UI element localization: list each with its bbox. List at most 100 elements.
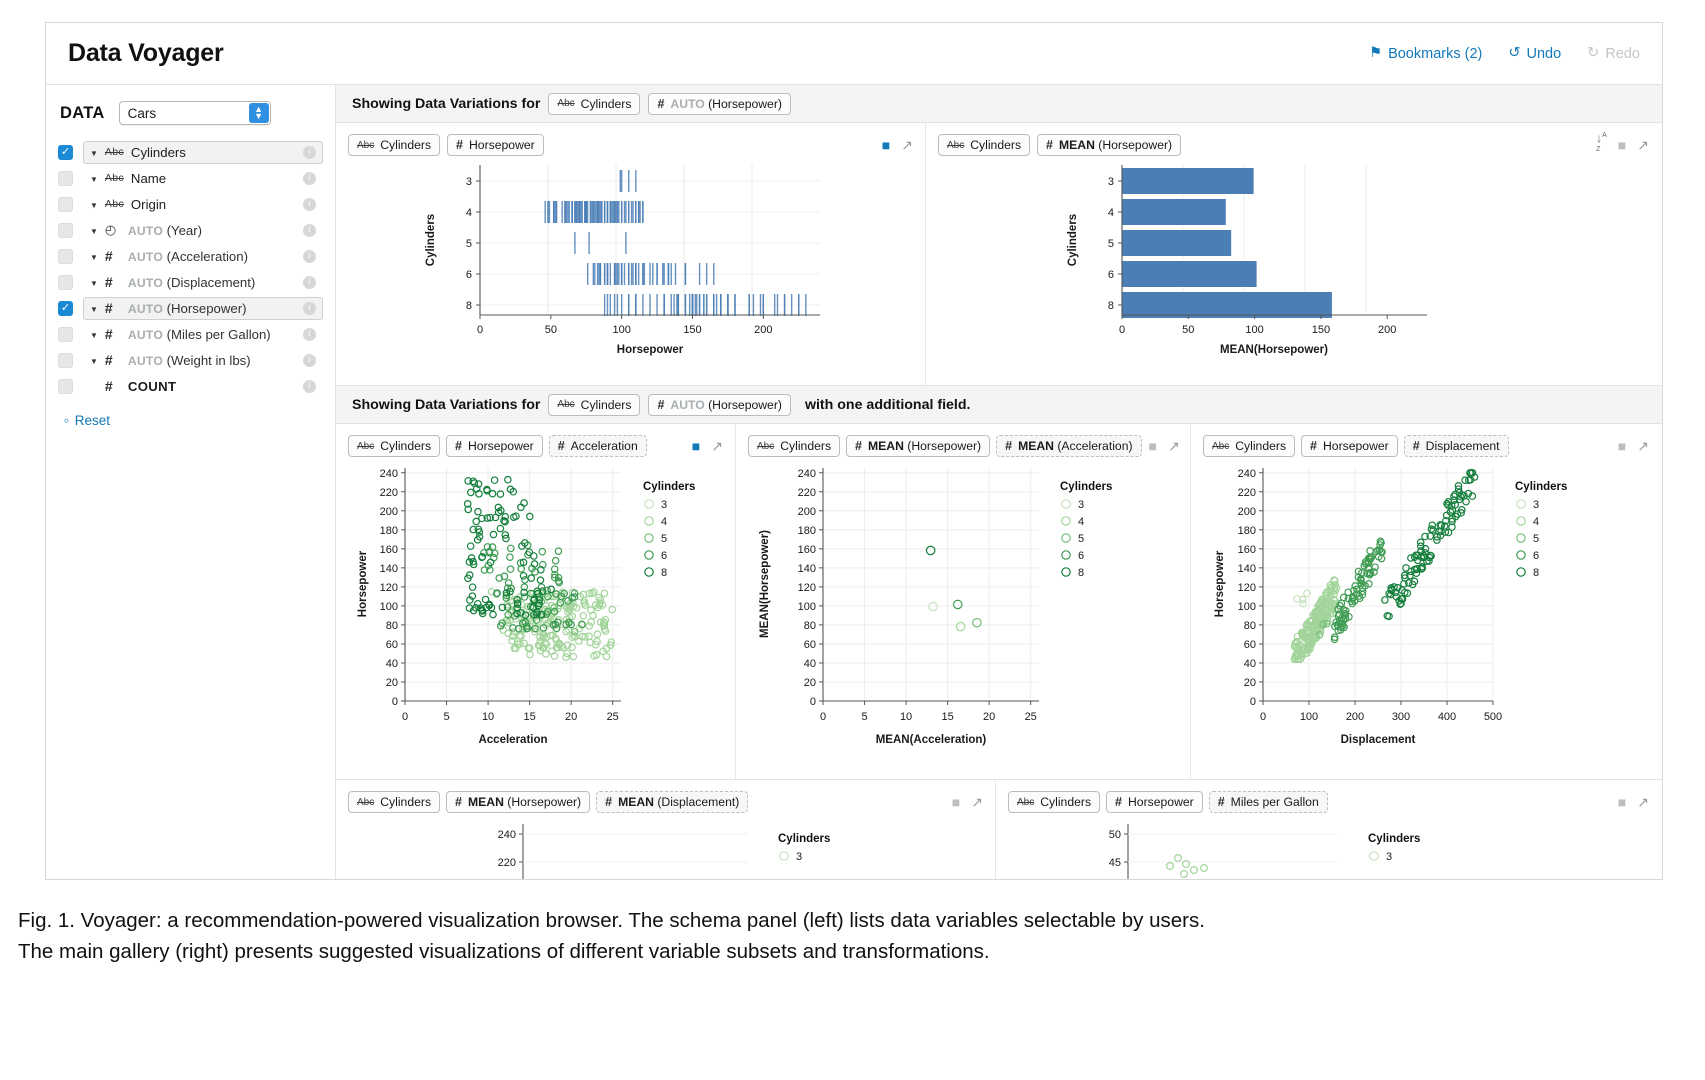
field-pill-milespergallon[interactable]: ▼ # AUTO (Miles per Gallon) i bbox=[83, 323, 323, 346]
chevron-down-icon[interactable]: ▼ bbox=[90, 175, 98, 184]
field-checkbox[interactable] bbox=[58, 196, 73, 212]
bookmark-icon[interactable]: ■ bbox=[1618, 137, 1626, 153]
bookmarks-button[interactable]: ⚑ Bookmarks (2) bbox=[1369, 46, 1482, 62]
chevron-down-icon[interactable]: ▼ bbox=[90, 279, 98, 288]
expand-icon[interactable]: ↗ bbox=[1637, 137, 1649, 154]
field-pill-cylinders[interactable]: ▼ Abc Cylinders i bbox=[83, 140, 323, 164]
field-row[interactable]: ▼ # AUTO (Weight in lbs) i bbox=[58, 347, 323, 373]
shelf-pill[interactable]: Abc Cylinders bbox=[348, 134, 441, 156]
info-icon[interactable]: i bbox=[303, 249, 316, 263]
shelf-pill[interactable]: # MEAN (Horsepower) bbox=[1037, 134, 1182, 156]
shelf-pill[interactable]: Abc Cylinders bbox=[548, 92, 641, 115]
shelf-pill[interactable]: Abc Cylinders bbox=[1203, 435, 1296, 457]
shelf-pill[interactable]: # MEAN (Horsepower) bbox=[446, 791, 591, 813]
field-row[interactable]: ▼ # AUTO (Miles per Gallon) i bbox=[58, 321, 323, 347]
field-checkbox[interactable] bbox=[58, 248, 73, 264]
field-checkbox[interactable]: ✓ bbox=[58, 144, 73, 160]
chevron-down-icon[interactable]: ▼ bbox=[90, 305, 98, 314]
chart-card-c5[interactable]: Abc Cylinders # Horsepower # Displacement ■ ↗ bbox=[1191, 424, 1661, 779]
shelf-pill[interactable]: # MEAN (Displacement) bbox=[596, 791, 749, 813]
bookmark-icon[interactable]: ■ bbox=[1618, 794, 1626, 810]
expand-icon[interactable]: ↗ bbox=[971, 794, 983, 811]
field-pill-count[interactable]: ▼#COUNTi bbox=[83, 375, 323, 398]
app-body: DATA Cars ▲ ▼ ✓ ▼ Abc Cylinders i ▼ Abc Name i ▼ Ab… bbox=[46, 85, 1662, 879]
chart-card-c3[interactable]: Abc Cylinders # Horsepower # Acceleration ■ ↗ bbox=[336, 424, 736, 779]
expand-icon[interactable]: ↗ bbox=[901, 137, 913, 154]
field-row[interactable]: ✓ ▼ Abc Cylinders i bbox=[58, 139, 323, 165]
info-icon[interactable]: i bbox=[303, 275, 316, 289]
field-pill-name[interactable]: ▼ Abc Name i bbox=[83, 167, 323, 190]
chevron-down-icon[interactable]: ▼ bbox=[90, 201, 98, 210]
expand-icon[interactable]: ↗ bbox=[711, 438, 723, 455]
field-checkbox[interactable] bbox=[58, 274, 73, 290]
bookmark-icon[interactable]: ■ bbox=[882, 137, 890, 153]
field-row[interactable]: ▼ Abc Origin i bbox=[58, 191, 323, 217]
chevron-down-icon[interactable]: ▼ bbox=[90, 331, 98, 340]
shelf-pill[interactable]: Abc Cylinders bbox=[748, 435, 841, 457]
shelf-pill[interactable]: # MEAN (Horsepower) bbox=[846, 435, 991, 457]
field-checkbox[interactable]: ✓ bbox=[58, 300, 73, 316]
info-icon[interactable]: i bbox=[303, 223, 316, 237]
field-checkbox[interactable] bbox=[58, 170, 73, 186]
info-icon[interactable]: i bbox=[303, 379, 316, 393]
field-row[interactable]: ▼ # AUTO (Displacement) i bbox=[58, 269, 323, 295]
shelf-pill[interactable]: # Horsepower bbox=[446, 435, 543, 457]
x-tick-label: 0 bbox=[1260, 711, 1266, 723]
field-pill-weightinlbs[interactable]: ▼ # AUTO (Weight in lbs) i bbox=[83, 349, 323, 372]
shelf-pill[interactable]: # AUTO (Horsepower) bbox=[648, 393, 791, 416]
shelf-pill[interactable]: # Horsepower bbox=[1106, 791, 1203, 813]
info-icon[interactable]: i bbox=[303, 197, 316, 211]
field-checkbox[interactable] bbox=[58, 352, 73, 368]
chevron-down-icon[interactable]: ▼ bbox=[90, 253, 98, 262]
field-row[interactable]: ✓ ▼ # AUTO (Horsepower) i bbox=[58, 295, 323, 321]
shelf-pill[interactable]: Abc Cylinders bbox=[1008, 791, 1101, 813]
shelf-pill[interactable]: Abc Cylinders bbox=[348, 791, 441, 813]
field-checkbox[interactable] bbox=[58, 378, 73, 394]
chart-card-c1[interactable]: Abc Cylinders # Horsepower ■ ↗ 3 4 5 6 8… bbox=[336, 123, 926, 385]
field-pill-displacement[interactable]: ▼ # AUTO (Displacement) i bbox=[83, 271, 323, 294]
undo-button[interactable]: ↺ Undo bbox=[1508, 46, 1561, 62]
shelf-pill[interactable]: # MEAN (Acceleration) bbox=[996, 435, 1142, 457]
shelf-pill[interactable]: # Displacement bbox=[1403, 435, 1509, 457]
chart-card-c2[interactable]: Abc Cylinders # MEAN (Horsepower) ↓A Z ■ ↗ bbox=[926, 123, 1661, 385]
dataset-select[interactable]: Cars ▲ ▼ bbox=[118, 101, 271, 125]
chart-card-c7[interactable]: Abc Cylinders # Horsepower # Miles per Gallon… bbox=[996, 780, 1661, 879]
shelf-pill[interactable]: # Acceleration bbox=[548, 435, 647, 457]
field-checkbox[interactable] bbox=[58, 326, 73, 342]
bookmark-icon[interactable]: ■ bbox=[1149, 438, 1157, 454]
field-row[interactable]: ▼ ◴ AUTO (Year) i bbox=[58, 217, 323, 243]
info-icon[interactable]: i bbox=[303, 327, 316, 341]
chart-card-c6[interactable]: Abc Cylinders # MEAN (Horsepower) # MEAN (Dis… bbox=[336, 780, 996, 879]
field-row[interactable]: ▼ Abc Name i bbox=[58, 165, 323, 191]
info-icon[interactable]: i bbox=[303, 171, 316, 185]
expand-icon[interactable]: ↗ bbox=[1637, 438, 1649, 455]
shelf-pill[interactable]: # Horsepower bbox=[447, 134, 544, 156]
reset-button[interactable]: ▫ Reset bbox=[62, 413, 335, 429]
chart-card-c4[interactable]: Abc Cylinders # MEAN (Horsepower) # MEAN (Acc… bbox=[736, 424, 1191, 779]
bookmark-icon[interactable]: ■ bbox=[952, 794, 960, 810]
info-icon[interactable]: i bbox=[303, 301, 316, 315]
shelf-pill[interactable]: Abc Cylinders bbox=[938, 134, 1031, 156]
shelf-pill[interactable]: # Horsepower bbox=[1301, 435, 1398, 457]
info-icon[interactable]: i bbox=[303, 353, 316, 367]
sort-icon[interactable]: ↓A Z bbox=[1596, 131, 1607, 159]
field-row[interactable]: ▼#COUNTi bbox=[58, 373, 323, 399]
expand-icon[interactable]: ↗ bbox=[1168, 438, 1180, 455]
chevron-down-icon[interactable]: ▼ bbox=[90, 149, 98, 158]
field-pill-origin[interactable]: ▼ Abc Origin i bbox=[83, 193, 323, 216]
info-icon[interactable]: i bbox=[303, 145, 316, 159]
chevron-down-icon[interactable]: ▼ bbox=[90, 227, 98, 236]
field-pill-year[interactable]: ▼ ◴ AUTO (Year) i bbox=[83, 219, 323, 242]
shelf-pill[interactable]: Abc Cylinders bbox=[548, 393, 641, 416]
field-pill-acceleration[interactable]: ▼ # AUTO (Acceleration) i bbox=[83, 245, 323, 268]
shelf-pill[interactable]: # Miles per Gallon bbox=[1208, 791, 1328, 813]
field-row[interactable]: ▼ # AUTO (Acceleration) i bbox=[58, 243, 323, 269]
shelf-pill[interactable]: # AUTO (Horsepower) bbox=[648, 92, 791, 115]
bookmark-icon[interactable]: ■ bbox=[1618, 438, 1626, 454]
shelf-pill[interactable]: Abc Cylinders bbox=[348, 435, 441, 457]
chevron-down-icon[interactable]: ▼ bbox=[90, 357, 98, 366]
field-checkbox[interactable] bbox=[58, 222, 73, 238]
bookmark-icon[interactable]: ■ bbox=[692, 438, 700, 454]
expand-icon[interactable]: ↗ bbox=[1637, 794, 1649, 811]
field-pill-horsepower[interactable]: ▼ # AUTO (Horsepower) i bbox=[83, 296, 323, 320]
